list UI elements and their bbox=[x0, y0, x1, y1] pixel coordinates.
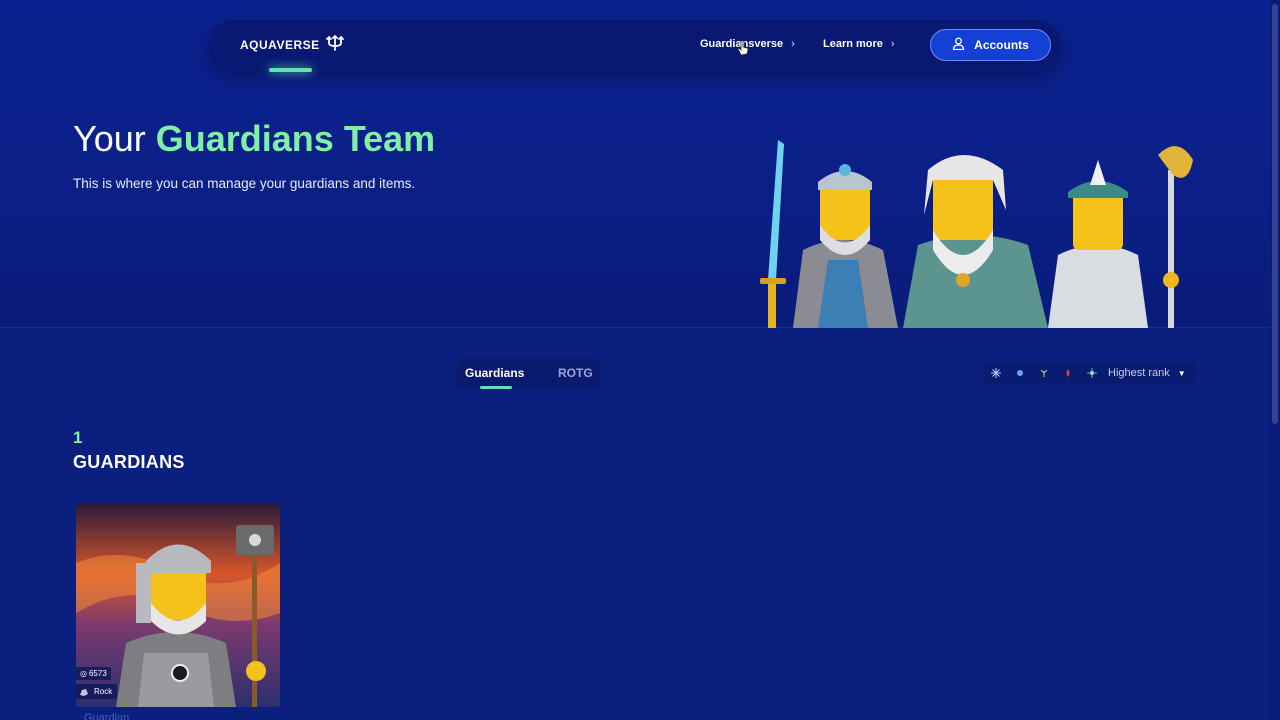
nav-link-label: Learn more bbox=[823, 38, 883, 50]
element-badge: Rock bbox=[76, 684, 118, 699]
element-filter-light-icon[interactable] bbox=[1080, 362, 1104, 384]
rock-element-icon bbox=[79, 687, 89, 697]
tab-rotg[interactable]: ROTG bbox=[558, 366, 593, 380]
card-caption: Guardian bbox=[84, 712, 130, 720]
sort-label: Highest rank bbox=[1108, 367, 1170, 379]
element-filter-fire-icon[interactable] bbox=[1056, 362, 1080, 384]
accounts-button[interactable]: Accounts bbox=[930, 29, 1051, 61]
guardians-illustration bbox=[748, 130, 1198, 328]
active-indicator bbox=[269, 68, 312, 72]
page-title: Your Guardians Team bbox=[73, 118, 435, 160]
title-accent: Guardians Team bbox=[155, 118, 436, 159]
rank-badge: ◎ 6573 bbox=[76, 667, 111, 680]
tab-guardians[interactable]: Guardians bbox=[465, 366, 524, 380]
user-icon bbox=[952, 37, 965, 53]
section-heading: GUARDIANS bbox=[73, 452, 185, 472]
chevron-right-icon: › bbox=[791, 38, 795, 50]
trident-icon bbox=[325, 35, 344, 54]
filter-bar: Highest rank ▼ bbox=[984, 362, 1196, 384]
collection-tabs: Guardians ROTG bbox=[457, 358, 600, 389]
element-filter-plant-icon[interactable] bbox=[1032, 362, 1056, 384]
guardian-card[interactable]: ◎ 6573 Rock bbox=[76, 503, 280, 707]
hand-cursor-icon bbox=[737, 40, 749, 56]
element-filter-ice-icon[interactable] bbox=[984, 362, 1008, 384]
element-filter-water-icon[interactable] bbox=[1008, 362, 1032, 384]
rank-icon: ◎ bbox=[80, 669, 87, 678]
sort-dropdown[interactable]: Highest rank ▼ bbox=[1108, 367, 1186, 379]
active-tab-indicator bbox=[480, 386, 512, 389]
page-subtitle: This is where you can manage your guardi… bbox=[73, 176, 416, 191]
scrollbar-thumb[interactable] bbox=[1272, 4, 1278, 424]
rank-value: 6573 bbox=[88, 669, 107, 678]
nav-link-learn-more[interactable]: Learn more › bbox=[823, 38, 895, 50]
chevron-right-icon: › bbox=[890, 38, 895, 50]
title-prefix: Your bbox=[73, 118, 146, 159]
element-label: Rock bbox=[94, 687, 113, 696]
brand-logo[interactable]: AQUAVERSE bbox=[240, 35, 344, 54]
guardian-count: 1 bbox=[73, 428, 83, 447]
top-nav: AQUAVERSE Guardiansverse › Learn more › … bbox=[209, 20, 1061, 72]
page-scrollbar[interactable] bbox=[1270, 0, 1280, 720]
caret-down-icon: ▼ bbox=[1177, 368, 1186, 378]
brand-name: AQUAVERSE bbox=[240, 37, 320, 52]
accounts-label: Accounts bbox=[974, 38, 1029, 52]
